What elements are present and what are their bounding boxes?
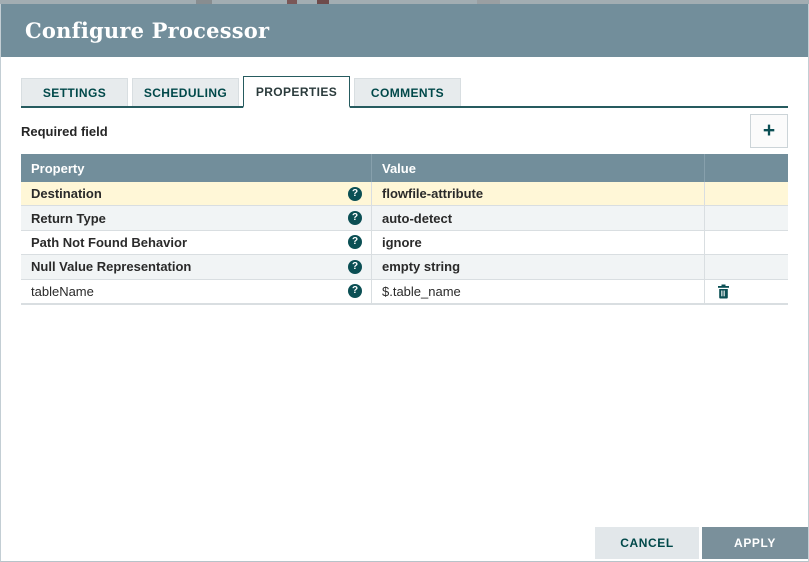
dialog-title: Configure Processor [25, 18, 270, 43]
dialog-header: Configure Processor [1, 4, 808, 57]
tab-settings[interactable]: SETTINGS [21, 78, 128, 106]
properties-table: Property Value Destination ? flowfile-at… [21, 154, 788, 305]
action-cell [704, 255, 788, 279]
property-cell: Destination ? [21, 182, 371, 205]
table-row[interactable]: Destination ? flowfile-attribute [21, 182, 788, 207]
plus-icon: + [762, 119, 776, 142]
tab-comments[interactable]: COMMENTS [354, 78, 461, 106]
action-cell [704, 206, 788, 230]
action-cell [704, 230, 788, 255]
property-value: ignore [382, 234, 422, 250]
properties-table-body: Destination ? flowfile-attribute Return … [21, 182, 788, 304]
property-value: auto-detect [382, 210, 453, 226]
tab-scheduling[interactable]: SCHEDULING [132, 78, 239, 106]
help-icon[interactable]: ? [348, 186, 362, 201]
property-cell: Return Type ? [21, 206, 371, 229]
property-cell: tableName ? [21, 280, 371, 303]
tab-label: COMMENTS [370, 85, 445, 100]
table-row[interactable]: Return Type ? auto-detect [21, 206, 788, 231]
trash-icon [718, 284, 729, 299]
required-field-legend: Required field [21, 123, 108, 139]
property-cell: Path Not Found Behavior ? [21, 231, 371, 254]
tab-label: SETTINGS [42, 85, 107, 100]
value-cell[interactable]: empty string [371, 255, 704, 279]
property-value: empty string [382, 259, 461, 275]
configure-processor-dialog: Configure Processor SETTINGS SCHEDULING … [0, 4, 809, 562]
help-icon[interactable]: ? [348, 235, 362, 250]
column-header-property: Property [31, 160, 85, 176]
properties-table-header: Property Value [21, 154, 788, 182]
column-header-actions [704, 154, 788, 182]
property-name: Null Value Representation [31, 259, 192, 275]
add-property-button[interactable]: + [750, 114, 788, 148]
tab-label: SCHEDULING [143, 85, 228, 100]
property-name: Path Not Found Behavior [31, 234, 187, 250]
property-name: Destination [31, 186, 102, 202]
value-cell[interactable]: auto-detect [371, 206, 704, 230]
cancel-button[interactable]: CANCEL [595, 527, 699, 559]
tab-properties[interactable]: PROPERTIES [243, 76, 350, 108]
apply-button[interactable]: APPLY [702, 527, 808, 559]
value-cell[interactable]: flowfile-attribute [371, 182, 704, 206]
action-cell [704, 182, 788, 206]
dialog-footer: CANCEL APPLY [595, 527, 808, 559]
table-row[interactable]: Path Not Found Behavior ? ignore [21, 230, 788, 256]
column-header-value: Value [371, 154, 704, 182]
tab-bar: SETTINGS SCHEDULING PROPERTIES COMMENTS [21, 76, 788, 108]
property-cell: Null Value Representation ? [21, 255, 371, 278]
help-icon[interactable]: ? [348, 284, 362, 299]
dialog-body: SETTINGS SCHEDULING PROPERTIES COMMENTS … [1, 76, 808, 305]
property-name: Return Type [31, 210, 106, 226]
property-value: $.table_name [382, 283, 461, 299]
help-icon[interactable]: ? [348, 211, 362, 226]
value-cell[interactable]: $.table_name [371, 279, 704, 303]
properties-toolbar: Required field + [21, 108, 788, 154]
table-row[interactable]: Null Value Representation ? empty string [21, 255, 788, 280]
value-cell[interactable]: ignore [371, 230, 704, 255]
table-row[interactable]: tableName ? $.table_name [21, 279, 788, 304]
delete-property-button[interactable] [717, 284, 730, 299]
property-name: tableName [31, 283, 94, 299]
help-icon[interactable]: ? [348, 259, 362, 274]
action-cell [704, 279, 788, 303]
property-value: flowfile-attribute [382, 186, 484, 202]
tab-label: PROPERTIES [255, 84, 338, 99]
